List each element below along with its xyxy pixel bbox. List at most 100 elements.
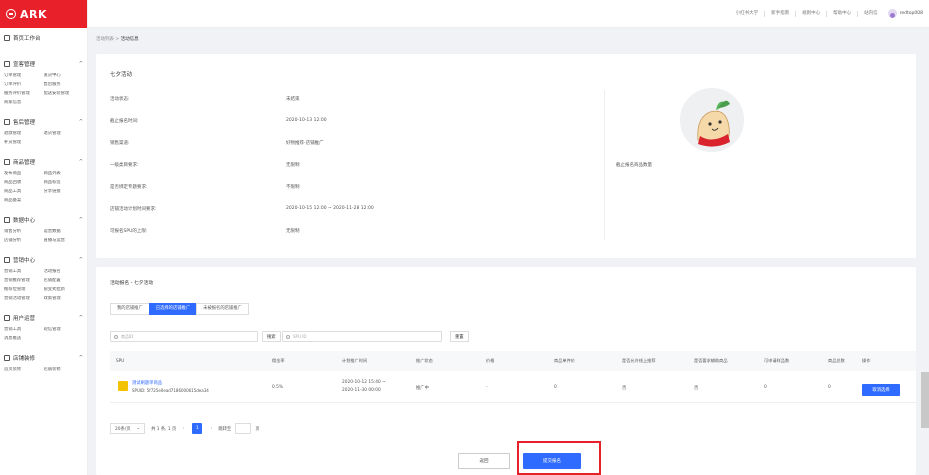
page-number[interactable]: 1 bbox=[192, 423, 203, 434]
sidebar-item[interactable]: 营销活动管理 bbox=[4, 296, 44, 302]
sidebar-item[interactable]: 裂变式拉新 bbox=[44, 287, 84, 293]
sidebar-item[interactable]: 政策管理 bbox=[44, 296, 84, 302]
goto-page-input[interactable] bbox=[235, 423, 252, 434]
submit-signup-button[interactable]: 提交报名 bbox=[523, 453, 581, 469]
nav-group-header[interactable]: 营销中心 ^ bbox=[4, 254, 83, 266]
sidebar-item-home[interactable]: 首页工作台 bbox=[0, 28, 87, 48]
sidebar-item[interactable]: 运营数据 bbox=[44, 229, 84, 235]
sidebar-item[interactable]: 商品回收 bbox=[4, 180, 44, 186]
nav-group-header[interactable]: 店铺装修 ^ bbox=[4, 352, 83, 364]
top-link-university[interactable]: 小红书大学 bbox=[730, 10, 766, 17]
nav-group-header[interactable]: 商品管理 ^ bbox=[4, 156, 83, 168]
sidebar-item[interactable]: 退款管理 bbox=[4, 131, 44, 137]
sidebar-item[interactable]: 短信管理 bbox=[44, 327, 84, 333]
sidebar-item[interactable]: 销售分析 bbox=[4, 229, 44, 235]
top-link-messages[interactable]: 站内信 bbox=[858, 11, 884, 17]
sidebar-item[interactable]: 直播与运营 bbox=[44, 238, 84, 244]
column-header: 商品总数 bbox=[828, 358, 845, 363]
sidebar-item[interactable]: 售后服务 bbox=[44, 82, 84, 88]
sidebar-item[interactable]: 活动报名 bbox=[44, 269, 84, 275]
sidebar-item[interactable]: 发布商品 bbox=[4, 171, 44, 177]
info-label: 一级类目要求: bbox=[110, 163, 139, 168]
nav-group-aftersales: 售后管理 ^ 退款管理 退货管理 补货管理 bbox=[0, 116, 87, 146]
sidebar-item[interactable]: 服务评价管理 bbox=[4, 91, 44, 97]
goto-label: 跳转至 bbox=[218, 426, 232, 432]
column-header: 价格 bbox=[486, 358, 495, 363]
sidebar: ARK 首页工作台 宣客管理 ^ 订单管理 发货中心 订单评价 售后服务 服务评价管理 配送安… bbox=[0, 0, 88, 475]
top-link-help[interactable]: 帮助中心 bbox=[827, 10, 859, 17]
product-thumbnail bbox=[118, 381, 128, 391]
sidebar-item[interactable]: 首页装修 bbox=[4, 367, 44, 373]
tab-selected-promotions[interactable]: 已选择的店铺推广 bbox=[148, 303, 198, 315]
sidebar-item[interactable]: 退货管理 bbox=[44, 131, 84, 137]
mascot-image bbox=[680, 88, 744, 152]
tab-unsigned-promotions[interactable]: 未被报名的店铺推广 bbox=[196, 303, 249, 315]
sidebar-item[interactable]: 订单评价 bbox=[4, 82, 44, 88]
spu-id-search-input[interactable]: SPU ID bbox=[282, 331, 442, 342]
unit-price: 0 bbox=[554, 385, 557, 390]
sidebar-item[interactable]: 商家信息 bbox=[4, 100, 44, 106]
users-icon bbox=[4, 315, 10, 321]
nav-group-header[interactable]: 数据中心 ^ bbox=[4, 214, 83, 226]
signup-table-card: 活动报名 - 七夕活动 我的店铺推广 已选择的店铺推广 未被报名的店铺推广 商品… bbox=[96, 267, 916, 475]
next-page-button[interactable]: › bbox=[206, 423, 216, 434]
info-value: 2020-10-15 12:00 ~ 2020-11-28 12:00 bbox=[286, 206, 374, 211]
search-icon bbox=[114, 334, 118, 339]
sidebar-item[interactable]: 店铺配置 bbox=[44, 278, 84, 284]
sidebar-item[interactable]: 营销工具 bbox=[4, 327, 44, 333]
sidebar-item[interactable]: 消息推送 bbox=[4, 336, 44, 342]
top-link-guide[interactable]: 新手指南 bbox=[765, 10, 797, 17]
sidebar-item[interactable]: 营销工具 bbox=[4, 269, 44, 275]
column-header: 计划推广时间 bbox=[342, 358, 368, 363]
orders-icon bbox=[4, 61, 10, 67]
column-header: 推广状态 bbox=[416, 358, 433, 363]
data-icon bbox=[4, 217, 10, 223]
plan-time-end: 2020-11-30 00:00 bbox=[342, 388, 381, 393]
total-count: 0 bbox=[828, 385, 831, 390]
sidebar-item[interactable]: 商品标签 bbox=[44, 180, 84, 186]
breadcrumb-parent[interactable]: 活动列表 bbox=[96, 37, 114, 42]
info-label: 活动状态: bbox=[110, 97, 130, 102]
sidebar-item[interactable]: 商品工具 bbox=[4, 189, 44, 195]
nav-group-users: 用户运营 ^ 营销工具 短信管理 消息推送 bbox=[0, 312, 87, 342]
top-link-rules[interactable]: 规则中心 bbox=[796, 10, 828, 17]
nav-items: 订单管理 发货中心 订单评价 售后服务 服务评价管理 配送安装管理 商家信息 bbox=[4, 73, 83, 106]
nav-group-header[interactable]: 用户运营 ^ bbox=[4, 312, 83, 324]
nav-group-header[interactable]: 售后管理 ^ bbox=[4, 116, 83, 128]
sidebar-item[interactable]: 店铺分析 bbox=[4, 238, 44, 244]
promotion-status: 推广中 bbox=[416, 386, 429, 391]
avatar bbox=[887, 9, 897, 18]
chevron-down-icon: ⌄ bbox=[136, 426, 141, 431]
tab-my-promotions[interactable]: 我的店铺推广 bbox=[110, 303, 150, 315]
table-header: SPU 佣金率 计划推广时间 推广状态 价格 商品单件价 是否允许线上推荐 是否… bbox=[110, 351, 916, 371]
page-size-value: 20条/页 bbox=[115, 426, 131, 432]
sidebar-item[interactable]: 推荐位管理 bbox=[4, 287, 44, 293]
sidebar-item[interactable]: 商品列表 bbox=[44, 171, 84, 177]
chevron-up-icon: ^ bbox=[78, 355, 83, 361]
sidebar-item[interactable]: 订单管理 bbox=[4, 73, 44, 79]
sidebar-item[interactable]: 补货管理 bbox=[4, 140, 44, 146]
sidebar-item[interactable]: 营销推荐管理 bbox=[4, 278, 44, 284]
back-button[interactable]: 返回 bbox=[458, 453, 510, 469]
page-size-select[interactable]: 20条/页 ⌄ bbox=[110, 423, 146, 434]
product-id-search-input[interactable]: 商品ID bbox=[110, 331, 258, 342]
info-label: 是否绑定专题要求: bbox=[110, 185, 148, 190]
product-name-link[interactable]: 测试刷题单商品 bbox=[132, 380, 162, 386]
sidebar-item[interactable]: 配送安装管理 bbox=[44, 91, 84, 97]
pagination: 20条/页 ⌄ 共 1 条, 1 页 ‹ 1 › 跳转至 页 bbox=[110, 423, 260, 434]
allow-online: 否 bbox=[622, 386, 627, 391]
logo[interactable]: ARK bbox=[0, 0, 87, 28]
reset-button[interactable]: 重置 bbox=[450, 331, 469, 342]
sidebar-item[interactable]: 店铺装修 bbox=[44, 367, 84, 373]
sidebar-item[interactable]: 发货中心 bbox=[44, 73, 84, 79]
sidebar-item[interactable]: 分享链接 bbox=[44, 189, 84, 195]
sidebar-item[interactable]: 商品备案 bbox=[4, 198, 44, 204]
nav-group-header[interactable]: 宣客管理 ^ bbox=[4, 58, 83, 70]
user-menu[interactable]: redtop008 bbox=[887, 9, 923, 18]
cancel-selection-button[interactable]: 取消选择 bbox=[862, 384, 900, 396]
nav-group-store: 店铺装修 ^ 首页装修 店铺装修 bbox=[0, 352, 87, 373]
prev-page-button[interactable]: ‹ bbox=[178, 423, 188, 434]
search-button[interactable]: 搜索 bbox=[262, 331, 281, 342]
page-scrollbar[interactable] bbox=[921, 372, 929, 428]
info-label: 截止报名时间: bbox=[110, 119, 139, 124]
